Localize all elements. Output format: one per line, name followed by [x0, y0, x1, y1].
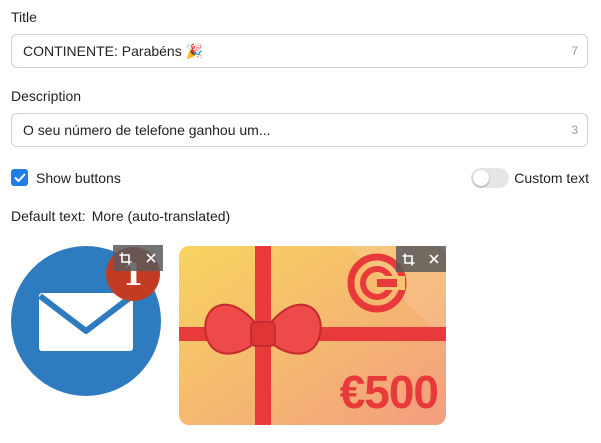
default-text-line: Default text: More (auto-translated) — [11, 208, 230, 224]
show-buttons-label: Show buttons — [36, 169, 121, 186]
show-buttons-checkbox[interactable] — [11, 169, 28, 186]
title-char-count: 7 — [571, 44, 578, 58]
custom-text-toggle[interactable] — [471, 168, 510, 188]
description-label: Description — [11, 88, 82, 104]
mail-icon-image[interactable]: 1 — [11, 245, 163, 397]
crop-icon[interactable] — [113, 245, 138, 271]
gift-image-toolbar — [396, 246, 446, 272]
show-buttons-option[interactable]: Show buttons — [11, 169, 121, 186]
description-input[interactable]: O seu número de telefone ganhou um... 3 — [11, 113, 588, 147]
title-value: CONTINENTE: Parabéns 🎉 — [23, 42, 204, 59]
custom-text-label: Custom text — [514, 170, 589, 186]
title-input[interactable]: CONTINENTE: Parabéns 🎉 7 — [11, 34, 588, 68]
toggle-knob — [473, 170, 490, 186]
close-icon[interactable] — [138, 245, 163, 271]
checkmark-icon — [14, 173, 25, 182]
default-text-prefix: Default text: — [11, 208, 86, 224]
description-char-count: 3 — [571, 123, 578, 137]
close-icon[interactable] — [421, 246, 446, 272]
gift-card-image[interactable]: €500 — [179, 246, 446, 425]
gift-card-amount: €500 — [339, 366, 439, 418]
title-label: Title — [11, 9, 37, 25]
description-value: O seu número de telefone ganhou um... — [23, 122, 271, 138]
custom-text-option[interactable]: Custom text — [471, 168, 589, 188]
crop-icon[interactable] — [396, 246, 421, 272]
mail-image-toolbar — [113, 245, 163, 271]
default-text-value: More (auto-translated) — [91, 208, 231, 224]
